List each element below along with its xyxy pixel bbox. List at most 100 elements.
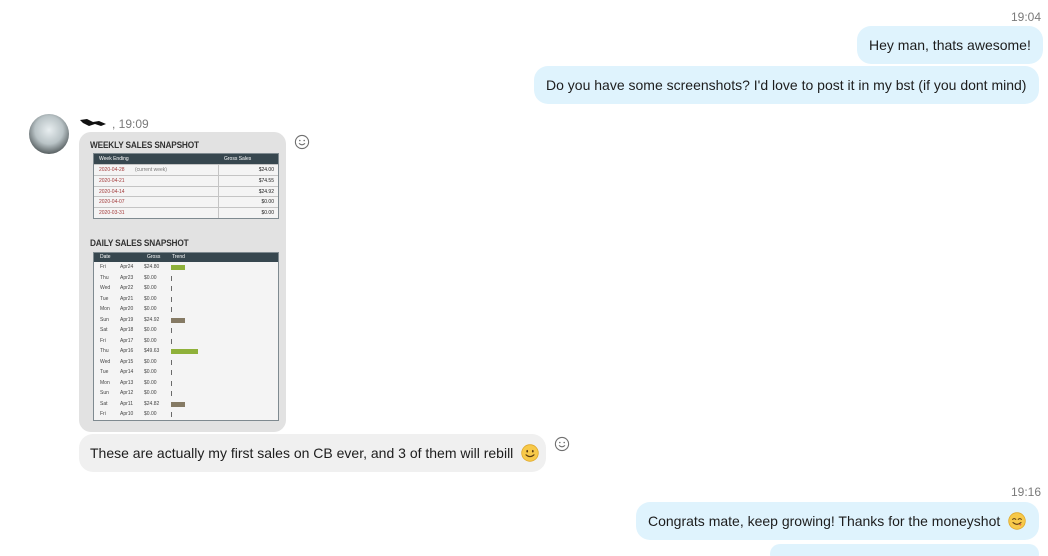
trend-bar xyxy=(171,286,172,291)
message-bubble-incoming[interactable]: These are actually my first sales on CB … xyxy=(79,434,546,472)
message-bubble-outgoing[interactable]: Hey man, thats awesome! xyxy=(857,26,1043,64)
trend-bar xyxy=(171,317,185,323)
daily-day: Fri xyxy=(100,264,106,270)
daily-row: Wed Apr22 $0.00 xyxy=(94,283,278,294)
trend-bar xyxy=(171,338,172,344)
message-bubble-outgoing[interactable]: Do you have some screenshots? I'd love t… xyxy=(534,66,1039,104)
week-date: 2020-04-21 xyxy=(99,177,125,184)
trend-bar xyxy=(171,401,185,407)
message-bubble-outgoing-partial[interactable] xyxy=(770,544,1039,556)
daily-day: Wed xyxy=(100,358,111,365)
yum-emoji-icon xyxy=(1008,512,1026,530)
daily-date: Apr16 xyxy=(120,348,134,354)
daily-gross: $0.00 xyxy=(144,337,157,344)
daily-sales-table: Date Gross Trend Fri Apr24 $24.80 Thu Apr23 $… xyxy=(93,252,279,421)
trend-bar xyxy=(171,359,172,365)
daily-gross: $0.00 xyxy=(144,379,157,386)
daily-row: Tue Apr21 $0.00 xyxy=(94,294,278,305)
daily-gross: $24.92 xyxy=(144,316,160,323)
header-gross: Gross xyxy=(147,254,161,260)
daily-date: Apr15 xyxy=(120,358,134,365)
daily-row: Mon Apr20 $0.00 xyxy=(94,304,278,315)
daily-gross: $0.00 xyxy=(144,327,157,333)
smiley-outline-icon[interactable] xyxy=(554,436,570,452)
week-value: $24.92 xyxy=(258,188,274,195)
daily-gross: $0.00 xyxy=(144,306,157,312)
image-attachment[interactable]: WEEKLY SALES SNAPSHOT Week Ending Gross … xyxy=(79,132,286,432)
daily-snapshot-title: DAILY SALES SNAPSHOT xyxy=(90,238,189,248)
daily-date: Apr24 xyxy=(120,264,134,270)
week-date: 2020-04-28 xyxy=(99,167,125,173)
daily-day: Thu xyxy=(100,274,109,281)
weekly-sales-table: Week Ending Gross Sales 2020-04-28 (curre… xyxy=(93,153,279,219)
daily-day: Tue xyxy=(100,295,109,302)
daily-table-header: Date Gross Trend xyxy=(94,253,278,262)
trend-bar xyxy=(171,349,198,354)
daily-gross: $49.63 xyxy=(144,348,160,354)
daily-date: Apr20 xyxy=(120,306,134,312)
trend-bar xyxy=(171,328,172,333)
weekly-row: 2020-04-28 (current week) $24.00 xyxy=(94,164,278,175)
daily-row: Sat Apr18 $0.00 xyxy=(94,325,278,336)
header-gross-sales: Gross Sales xyxy=(224,156,252,162)
daily-row: Fri Apr24 $24.80 xyxy=(94,262,278,273)
daily-gross: $0.00 xyxy=(144,274,157,281)
daily-day: Sat xyxy=(100,327,108,333)
daily-date: Apr19 xyxy=(120,316,134,323)
daily-date: Apr12 xyxy=(120,390,134,396)
daily-gross: $0.00 xyxy=(144,411,157,417)
daily-row: Sat Apr11 $24.82 xyxy=(94,399,278,410)
daily-gross: $0.00 xyxy=(144,369,157,375)
weekly-row: 2020-04-07 $0.00 xyxy=(94,196,278,208)
daily-day: Thu xyxy=(100,348,109,354)
daily-date: Apr22 xyxy=(120,285,134,291)
message-text: These are actually my first sales on CB … xyxy=(90,445,514,461)
redacted-name-scribble xyxy=(80,119,106,126)
daily-row: Tue Apr14 $0.00 xyxy=(94,367,278,378)
daily-date: Apr21 xyxy=(120,295,134,302)
daily-row: Wed Apr15 $0.00 xyxy=(94,357,278,368)
daily-gross: $0.00 xyxy=(144,285,157,291)
smile-emoji-icon xyxy=(521,444,539,462)
daily-day: Fri xyxy=(100,411,106,417)
header-date: Date xyxy=(100,254,111,260)
avatar[interactable] xyxy=(29,114,69,154)
week-value: $0.00 xyxy=(261,199,274,206)
message-text: Hey man, thats awesome! xyxy=(869,37,1031,53)
daily-row: Mon Apr13 $0.00 xyxy=(94,378,278,389)
trend-bar xyxy=(171,275,172,281)
weekly-row: 2020-03-31 $0.00 xyxy=(94,207,278,218)
trend-bar xyxy=(171,370,172,375)
message-text: Congrats mate, keep growing! Thanks for … xyxy=(648,513,1001,529)
daily-row: Thu Apr23 $0.00 xyxy=(94,273,278,284)
week-note: (current week) xyxy=(135,167,167,173)
daily-gross: $0.00 xyxy=(144,295,157,302)
daily-row: Thu Apr16 $49.63 xyxy=(94,346,278,357)
trend-bar xyxy=(171,296,172,302)
trend-bar xyxy=(171,391,172,396)
message-text: Do you have some screenshots? I'd love t… xyxy=(546,77,1027,93)
trend-bar xyxy=(171,412,172,417)
daily-row: Fri Apr17 $0.00 xyxy=(94,336,278,347)
week-date: 2020-04-07 xyxy=(99,199,125,206)
timestamp: 19:04 xyxy=(1011,10,1042,24)
daily-row: Fri Apr10 $0.00 xyxy=(94,409,278,420)
daily-gross: $24.80 xyxy=(144,264,160,270)
message-bubble-outgoing[interactable]: Congrats mate, keep growing! Thanks for … xyxy=(636,502,1039,540)
daily-day: Mon xyxy=(100,379,110,386)
sender-timestamp: , 19:09 xyxy=(112,117,149,131)
daily-date: Apr14 xyxy=(120,369,134,375)
daily-row: Sun Apr19 $24.92 xyxy=(94,315,278,326)
daily-day: Sat xyxy=(100,400,108,407)
daily-date: Apr11 xyxy=(120,400,133,407)
daily-gross: $0.00 xyxy=(144,358,157,365)
daily-gross: $24.82 xyxy=(144,400,160,407)
daily-date: Apr17 xyxy=(120,337,134,344)
daily-row: Sun Apr12 $0.00 xyxy=(94,388,278,399)
daily-date: Apr23 xyxy=(120,274,134,281)
smiley-outline-icon[interactable] xyxy=(294,134,310,150)
daily-date: Apr18 xyxy=(120,327,134,333)
week-value: $74.55 xyxy=(258,177,274,184)
weekly-row: 2020-04-14 $24.92 xyxy=(94,185,278,197)
trend-bar xyxy=(171,307,172,312)
